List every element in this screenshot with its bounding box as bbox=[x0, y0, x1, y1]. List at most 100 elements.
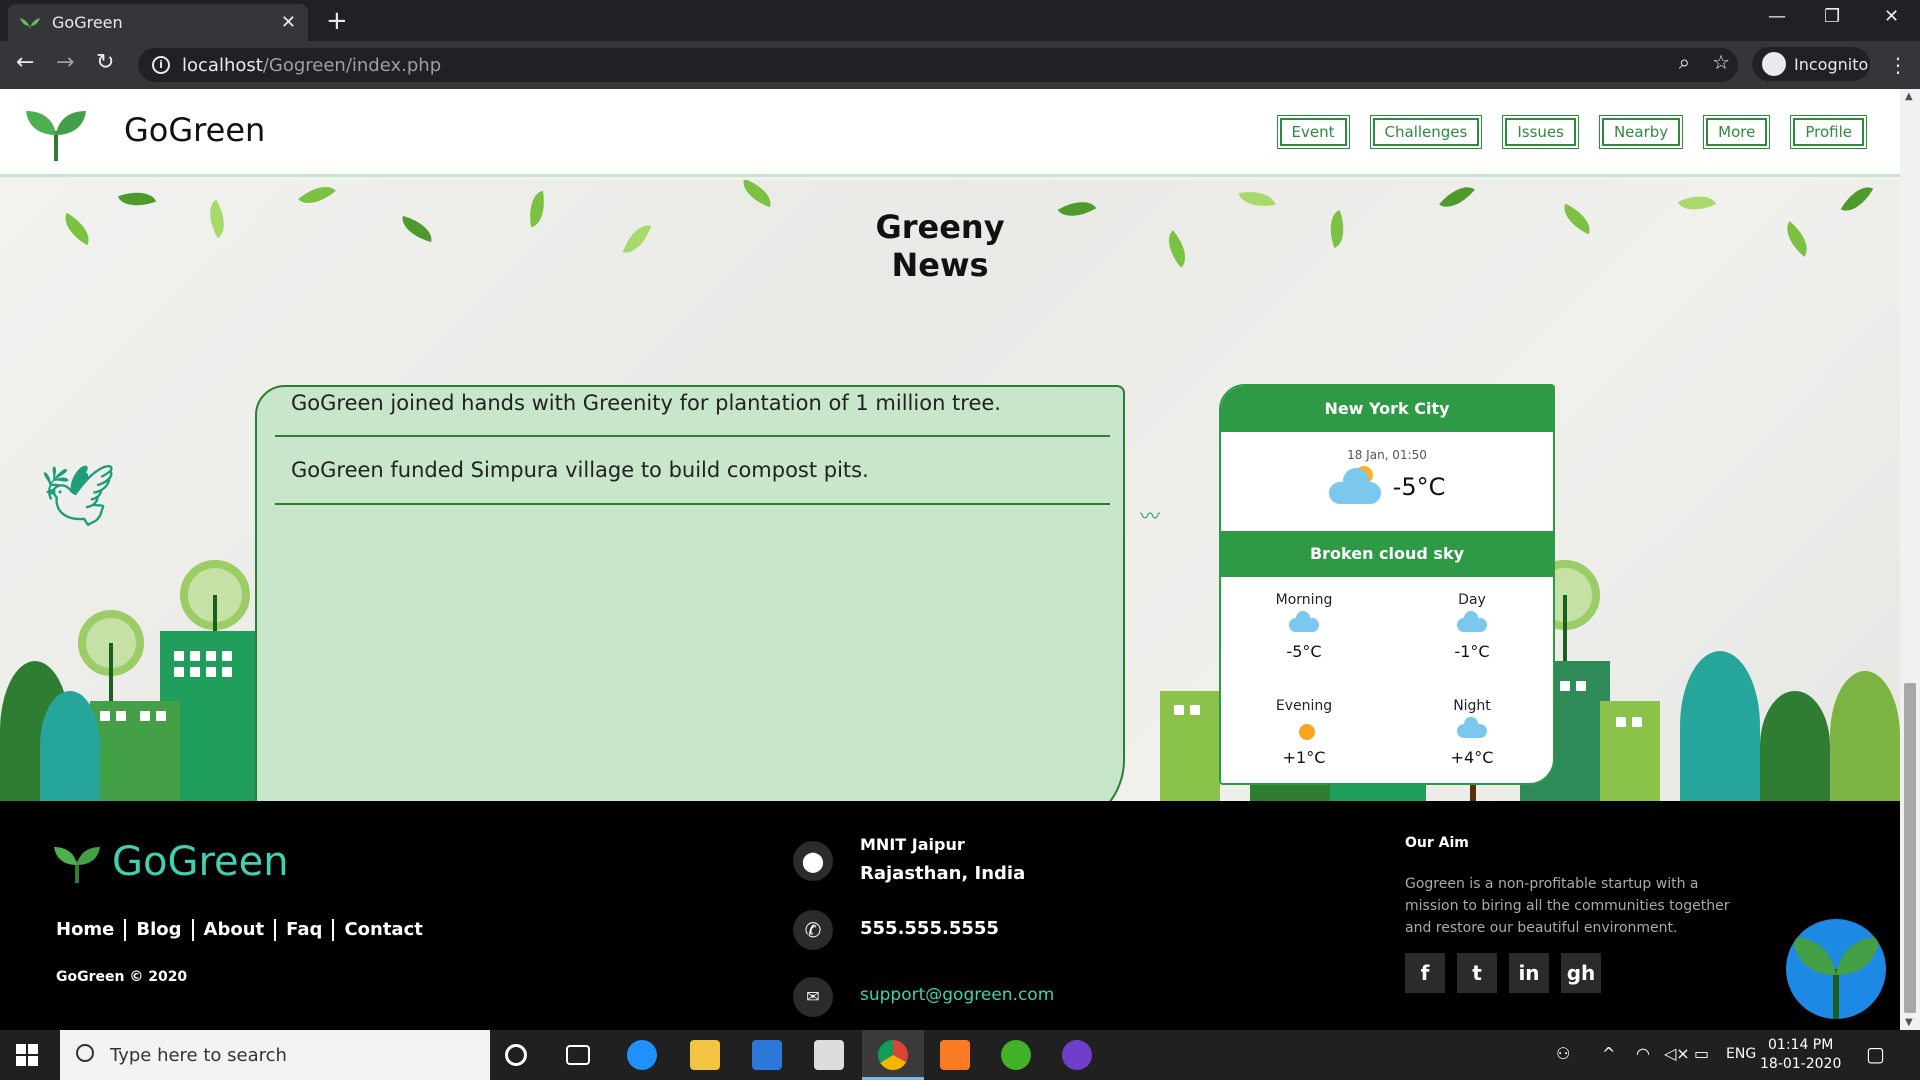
incognito-icon bbox=[1762, 52, 1786, 76]
nav-issues[interactable]: Issues bbox=[1505, 118, 1576, 146]
windows-start-icon[interactable] bbox=[16, 1044, 38, 1066]
scroll-down-icon[interactable]: ▼ bbox=[1905, 1017, 1913, 1028]
nav-more[interactable]: More bbox=[1706, 118, 1768, 146]
volume-muted-icon[interactable]: ◁× bbox=[1664, 1044, 1690, 1063]
cloud-icon bbox=[1457, 717, 1487, 742]
moon-rain-icon bbox=[1289, 724, 1319, 742]
github-desktop-icon[interactable] bbox=[1062, 1040, 1092, 1070]
news-item[interactable]: GoGreen joined hands with Greenity for p… bbox=[275, 387, 1110, 437]
weather-slot-label: Day bbox=[1458, 592, 1486, 608]
bookmark-star-icon[interactable]: ☆ bbox=[1712, 50, 1730, 74]
store-icon[interactable] bbox=[752, 1040, 782, 1070]
building bbox=[90, 701, 180, 801]
incognito-badge[interactable]: Incognito bbox=[1752, 47, 1870, 81]
weather-slot-day: Day -1°C bbox=[1407, 592, 1537, 661]
task-view-icon[interactable] bbox=[566, 1045, 590, 1065]
weather-slot-label: Morning bbox=[1275, 592, 1333, 608]
footer-link-home[interactable]: Home bbox=[56, 919, 114, 941]
linkedin-icon[interactable]: in bbox=[1509, 953, 1549, 993]
footer-phone: 555.555.5555 bbox=[860, 918, 999, 939]
url-host: localhost bbox=[182, 54, 263, 76]
main-nav: Event Challenges Issues Nearby More Prof… bbox=[1279, 118, 1864, 146]
facebook-icon[interactable]: f bbox=[1405, 953, 1445, 993]
footer-link-faq[interactable]: Faq bbox=[286, 919, 322, 941]
news-item[interactable]: GoGreen funded Simpura village to build … bbox=[275, 437, 1110, 505]
github-icon[interactable]: gh bbox=[1561, 953, 1601, 993]
weather-slot-label: Night bbox=[1453, 698, 1491, 714]
taskbar-clock[interactable]: 01:14 PM 18-01-2020 bbox=[1760, 1036, 1841, 1074]
page-scrollbar[interactable]: ▲ ▼ bbox=[1900, 89, 1920, 1030]
windows-taskbar: Type here to search ⚇ ^ ◠ ◁× ▭ ENG 01:14… bbox=[0, 1030, 1920, 1080]
tree bbox=[1830, 671, 1900, 801]
phone-icon: ✆ bbox=[793, 910, 833, 950]
weather-widget: New York City 18 Jan, 01:50 -5°C Broken … bbox=[1219, 384, 1555, 785]
nav-event[interactable]: Event bbox=[1279, 118, 1347, 146]
scroll-thumb[interactable] bbox=[1904, 683, 1916, 1013]
envelope-icon: ✉ bbox=[793, 977, 833, 1017]
people-icon[interactable]: ⚇ bbox=[1556, 1044, 1570, 1063]
news-panel[interactable]: GoGreen joined hands with Greenity for p… bbox=[255, 385, 1125, 801]
footer-link-blog[interactable]: Blog bbox=[136, 919, 181, 941]
tree bbox=[1760, 691, 1830, 801]
forward-arrow-icon[interactable]: → bbox=[56, 50, 74, 75]
taskbar-search-input[interactable]: Type here to search bbox=[60, 1030, 490, 1080]
browser-menu-icon[interactable]: ⋮ bbox=[1888, 53, 1908, 77]
scroll-up-icon[interactable]: ▲ bbox=[1905, 91, 1913, 102]
nav-nearby[interactable]: Nearby bbox=[1601, 118, 1681, 146]
page-viewport: GoGreen Event Challenges Issues Nearby M… bbox=[0, 89, 1900, 1030]
notification-icon[interactable]: ▢ bbox=[1866, 1042, 1885, 1066]
site-brand[interactable]: GoGreen bbox=[124, 111, 265, 149]
aim-title: Our Aim bbox=[1405, 835, 1469, 851]
location-pin-icon: ⬤ bbox=[793, 841, 833, 881]
zoom-icon[interactable]: ⌕ bbox=[1679, 50, 1690, 74]
tab-title: GoGreen bbox=[52, 13, 123, 32]
reload-icon[interactable]: ↻ bbox=[96, 50, 114, 75]
hero-scene: 🕊 〰 Greeny News GoGreen joined hands wit… bbox=[0, 180, 1900, 801]
mail-icon[interactable] bbox=[814, 1040, 844, 1070]
twitter-icon[interactable]: t bbox=[1457, 953, 1497, 993]
weather-current-temp: -5°C bbox=[1392, 473, 1446, 501]
xampp-icon[interactable] bbox=[940, 1040, 970, 1070]
language-indicator[interactable]: ENG bbox=[1726, 1046, 1756, 1062]
aim-text: Gogreen is a non-profitable startup with… bbox=[1405, 876, 1730, 936]
atom-icon[interactable] bbox=[1001, 1040, 1031, 1070]
weather-slot-temp: -5°C bbox=[1286, 642, 1322, 661]
nav-challenges[interactable]: Challenges bbox=[1372, 118, 1480, 146]
leaf-favicon-icon bbox=[20, 17, 40, 30]
weather-slot-temp: +4°C bbox=[1450, 748, 1494, 767]
chevron-up-icon[interactable]: ^ bbox=[1602, 1044, 1615, 1063]
footer-brand: GoGreen bbox=[112, 839, 289, 885]
footer-email[interactable]: support@gogreen.com bbox=[860, 985, 1054, 1005]
browser-tab-strip: GoGreen ✕ + — ❐ ✕ bbox=[0, 0, 1920, 41]
cortana-icon[interactable] bbox=[505, 1044, 527, 1066]
footer-link-about[interactable]: About bbox=[204, 919, 265, 941]
footer-copyright: GoGreen © 2020 bbox=[56, 969, 188, 985]
news-title: Greeny News bbox=[875, 208, 1005, 284]
wifi-icon[interactable]: ◠ bbox=[1636, 1044, 1650, 1063]
weather-slot-label: Evening bbox=[1275, 698, 1333, 714]
nav-profile[interactable]: Profile bbox=[1793, 118, 1864, 146]
weather-slot-morning: Morning -5°C bbox=[1239, 592, 1369, 661]
browser-tab[interactable]: GoGreen ✕ bbox=[8, 4, 308, 41]
restore-button[interactable]: ❐ bbox=[1824, 6, 1840, 27]
minimize-button[interactable]: — bbox=[1768, 6, 1786, 27]
site-footer: GoGreen Home Blog About Faq Contact GoGr… bbox=[0, 801, 1900, 1030]
back-arrow-icon[interactable]: ← bbox=[16, 50, 34, 75]
new-tab-button[interactable]: + bbox=[326, 6, 348, 36]
battery-icon[interactable]: ▭ bbox=[1694, 1044, 1709, 1063]
edge-icon[interactable] bbox=[627, 1040, 657, 1070]
weather-current: -5°C bbox=[1221, 466, 1553, 504]
sprout-logo-icon bbox=[54, 847, 100, 883]
file-explorer-icon[interactable] bbox=[690, 1040, 720, 1070]
footer-link-contact[interactable]: Contact bbox=[344, 919, 422, 941]
bird-icon: 🕊 bbox=[40, 461, 117, 531]
tab-close-icon[interactable]: ✕ bbox=[281, 12, 296, 33]
cloud-icon bbox=[1289, 611, 1319, 636]
url-input[interactable]: i localhost/Gogreen/index.php bbox=[138, 48, 1738, 82]
tree bbox=[1680, 651, 1760, 801]
site-info-icon[interactable]: i bbox=[152, 56, 170, 74]
site-header: GoGreen Event Challenges Issues Nearby M… bbox=[0, 89, 1900, 177]
sprout-chat-button[interactable] bbox=[1786, 919, 1886, 1019]
chrome-icon[interactable] bbox=[878, 1040, 908, 1070]
close-window-button[interactable]: ✕ bbox=[1884, 6, 1899, 27]
